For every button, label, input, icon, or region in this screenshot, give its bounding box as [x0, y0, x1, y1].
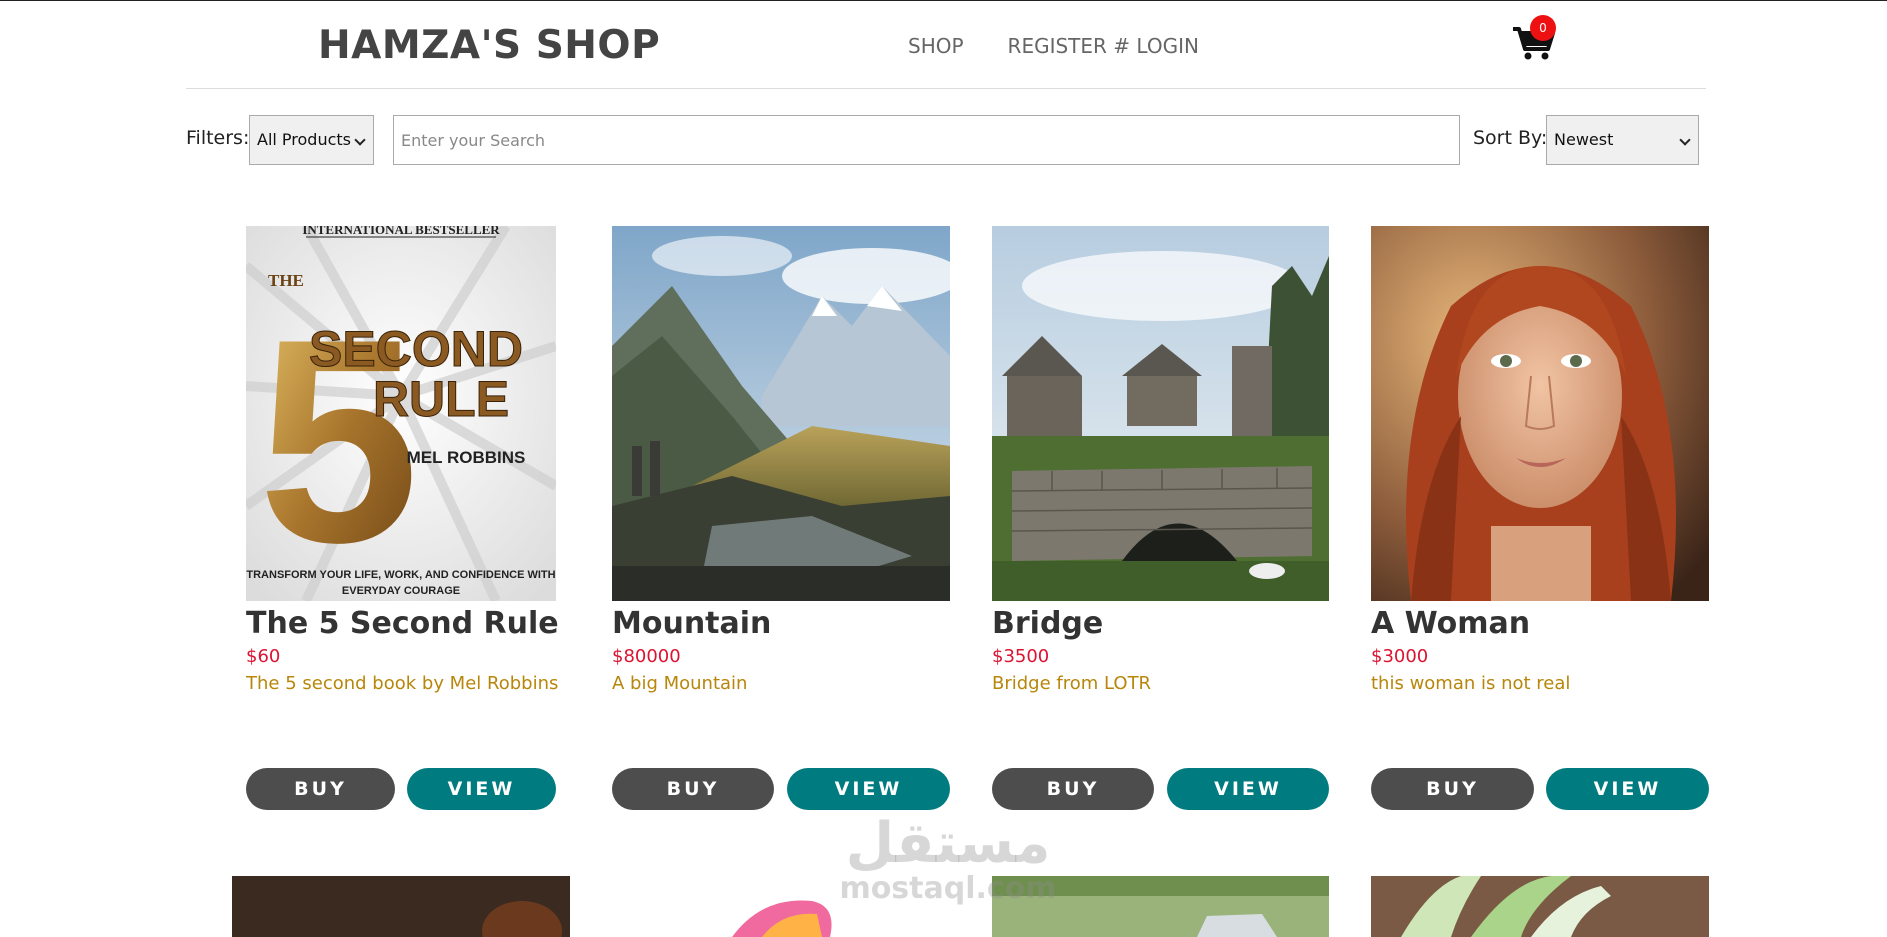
product-description: A big Mountain	[612, 673, 748, 694]
product-price: $80000	[612, 646, 681, 667]
filters-label: Filters:	[186, 127, 250, 149]
mountain-image	[612, 226, 950, 601]
cover-title-line2: RULE	[373, 371, 509, 427]
buy-button[interactable]: BUY	[246, 768, 395, 810]
cover-title-line1: SECOND	[309, 321, 523, 377]
product-description: this woman is not real	[1371, 673, 1571, 694]
cover-author: MEL ROBBINS	[407, 448, 526, 467]
cover-tagline-1: TRANSFORM YOUR LIFE, WORK, AND CONFIDENC…	[246, 569, 555, 581]
view-button[interactable]: VIEW	[1546, 768, 1709, 810]
chevron-down-icon	[1679, 134, 1691, 146]
watermark-arabic: مستقل	[845, 811, 1051, 876]
product-image[interactable]	[1371, 226, 1709, 601]
product-name[interactable]: Bridge	[992, 606, 1103, 641]
category-filter-select[interactable]: All Products	[249, 115, 374, 165]
product-name[interactable]: Mountain	[612, 606, 771, 641]
filter-bar: Filters: All Products Sort By: Newest	[186, 113, 1706, 165]
product-price: $3000	[1371, 646, 1429, 667]
nav-register-login-link[interactable]: REGISTER # LOGIN	[1008, 34, 1199, 58]
plant-image	[1371, 876, 1709, 937]
view-button[interactable]: VIEW	[1167, 768, 1329, 810]
product-image[interactable]: INTERNATIONAL BESTSELLER THE 5 SECOND RU…	[246, 226, 556, 601]
product-image[interactable]	[992, 876, 1329, 937]
cover-tagline-2: EVERYDAY COURAGE	[342, 585, 460, 597]
cart-button[interactable]: 0	[1510, 15, 1562, 63]
buy-button[interactable]: BUY	[1371, 768, 1534, 810]
shoe-image	[612, 876, 950, 937]
bridge-image	[992, 226, 1329, 601]
product-image[interactable]	[992, 226, 1329, 601]
main-nav: SHOP REGISTER # LOGIN	[908, 34, 1199, 58]
sort-select[interactable]: Newest	[1546, 115, 1699, 165]
product-image[interactable]	[612, 226, 950, 601]
dog-image	[232, 876, 570, 937]
cart-count-badge: 0	[1530, 15, 1556, 41]
site-header: HAMZA'S SHOP SHOP REGISTER # LOGIN 0	[186, 1, 1706, 89]
product-description: The 5 second book by Mel Robbins	[246, 673, 559, 694]
chevron-down-icon	[354, 134, 366, 146]
category-filter-value: All Products	[257, 130, 352, 149]
book-cover-image: INTERNATIONAL BESTSELLER THE 5 SECOND RU…	[246, 226, 556, 601]
portrait-image	[1371, 226, 1709, 601]
buy-button[interactable]: BUY	[992, 768, 1154, 810]
product-image[interactable]	[1371, 876, 1709, 937]
view-button[interactable]: VIEW	[407, 768, 556, 810]
product-image[interactable]	[612, 876, 950, 937]
product-description: Bridge from LOTR	[992, 673, 1152, 694]
buy-button[interactable]: BUY	[612, 768, 774, 810]
car-image	[992, 876, 1329, 937]
product-image[interactable]	[232, 876, 570, 937]
nav-shop-link[interactable]: SHOP	[908, 34, 964, 58]
product-price: $60	[246, 646, 281, 667]
sort-label: Sort By:	[1473, 127, 1548, 149]
product-name[interactable]: The 5 Second Rule	[246, 606, 559, 641]
search-input[interactable]	[393, 115, 1460, 165]
sort-value: Newest	[1554, 130, 1614, 149]
product-price: $3500	[992, 646, 1050, 667]
shop-logo[interactable]: HAMZA'S SHOP	[318, 23, 660, 68]
cover-top-text: INTERNATIONAL BESTSELLER	[302, 226, 500, 237]
view-button[interactable]: VIEW	[787, 768, 950, 810]
product-name[interactable]: A Woman	[1371, 606, 1530, 641]
